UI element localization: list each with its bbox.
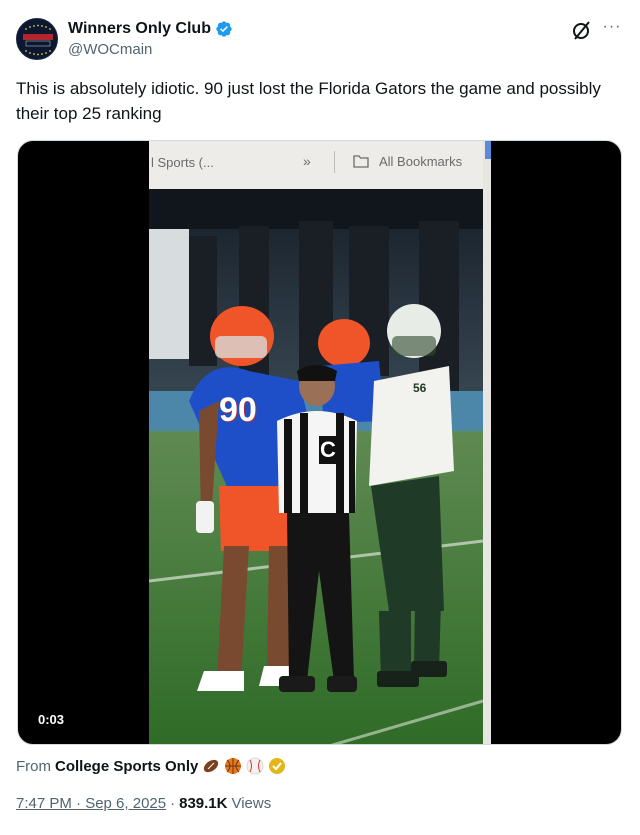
source-attribution: From College Sports Only: [16, 755, 286, 777]
author-display-name[interactable]: Winners Only Club: [68, 20, 211, 38]
views-count: 839.1K: [179, 795, 228, 812]
browser-divider: [334, 151, 335, 173]
basketball-icon: [225, 758, 242, 774]
browser-tab-text: l Sports (...: [151, 155, 214, 170]
browser-chevron-icon: »: [303, 153, 311, 169]
baseball-icon: [246, 757, 264, 775]
tweet-header: Winners Only Club @WOCmain ···: [16, 16, 624, 64]
bookmarks-label: All Bookmarks: [379, 154, 463, 169]
avatar-logo-icon: [17, 19, 57, 59]
jersey-number-gator: 90: [219, 391, 257, 429]
bookmarks-folder-icon: [353, 155, 369, 168]
jersey-number-opponent: 56: [413, 381, 427, 395]
grok-icon[interactable]: [570, 18, 594, 42]
video-duration: 0:03: [32, 709, 71, 730]
tweet-meta: 7:47 PM · Sep 6, 2025 · 839.1K Views: [16, 795, 271, 812]
author-handle[interactable]: @WOCmain: [68, 41, 233, 58]
views-label: Views: [231, 795, 272, 812]
video-frame[interactable]: l Sports (... » All Bookmarks 90 56 C: [149, 141, 491, 744]
referee-letter: C: [320, 437, 336, 462]
meta-separator: ·: [170, 795, 176, 812]
source-prefix: From: [16, 757, 51, 775]
tweet-timestamp-link[interactable]: 7:47 PM · Sep 6, 2025: [16, 795, 166, 812]
video-player[interactable]: l Sports (... » All Bookmarks 90 56 C 0:…: [17, 140, 622, 745]
football-icon: [204, 759, 219, 773]
source-name[interactable]: College Sports Only: [55, 758, 198, 775]
more-options-icon[interactable]: ···: [600, 18, 624, 42]
gold-verified-badge-icon: [269, 758, 286, 774]
tweet-text: This is absolutely idiotic. 90 just lost…: [16, 79, 601, 123]
author-avatar[interactable]: [16, 18, 58, 60]
verified-badge-icon: [216, 21, 232, 37]
